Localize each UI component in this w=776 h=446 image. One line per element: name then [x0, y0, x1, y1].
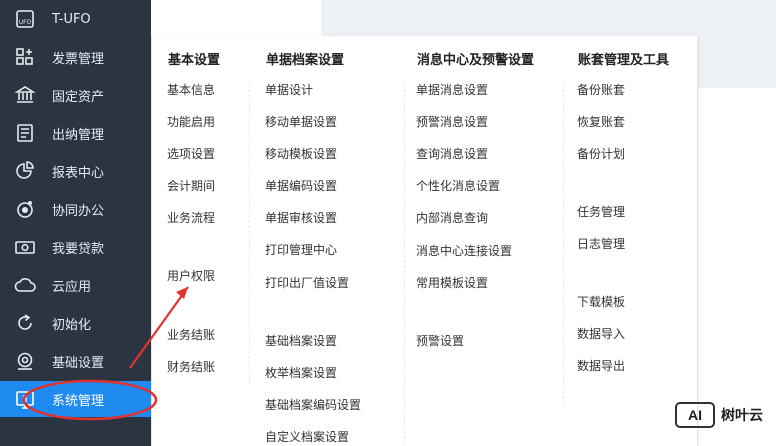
watermark-logo: AI: [675, 402, 715, 428]
column-title-document-archive: 单据档案设置: [266, 53, 345, 68]
menu-item-mobile-document[interactable]: 移动单据设置: [265, 113, 337, 130]
tufo-icon: UFO: [14, 8, 36, 30]
column-separator: [249, 84, 250, 384]
menu-item-personal-message[interactable]: 个性化消息设置: [416, 177, 500, 194]
bank-icon: [14, 84, 36, 106]
sidebar-item-label: 报表中心: [52, 165, 105, 181]
sidebar-item-label: 协同办公: [52, 203, 105, 219]
menu-item-alert-settings[interactable]: 预警设置: [416, 332, 464, 349]
column-title-basic-settings: 基本设置: [168, 53, 221, 68]
menu-item-download-template[interactable]: 下载模板: [577, 293, 625, 310]
sidebar-item-label: 固定资产: [52, 89, 105, 105]
column-title-message-center: 消息中心及预警设置: [417, 53, 535, 68]
sidebar-item-system-management[interactable]: 系统管理: [0, 381, 151, 417]
system-icon: [14, 388, 36, 410]
menu-item-query-message[interactable]: 查询消息设置: [416, 145, 488, 162]
menu-item-alert-message[interactable]: 预警消息设置: [416, 113, 488, 130]
menu-item-message-connection[interactable]: 消息中心连接设置: [416, 242, 512, 259]
content-background-right: [695, 88, 776, 446]
menu-item-enum-archive[interactable]: 枚举档案设置: [265, 364, 337, 381]
grid-plus-icon: [14, 46, 36, 68]
menu-item-internal-message[interactable]: 内部消息查询: [416, 209, 488, 226]
sidebar-item-fixed-assets[interactable]: 固定资产: [0, 77, 151, 113]
sidebar-item-label: 我要贷款: [52, 241, 105, 257]
menu-item-basic-info[interactable]: 基本信息: [167, 81, 215, 98]
sidebar-item-cloud-apps[interactable]: 云应用: [0, 267, 151, 303]
menu-item-custom-archive[interactable]: 自定义档案设置: [265, 428, 349, 445]
menu-item-financial-closing[interactable]: 财务结账: [167, 358, 215, 375]
menu-item-backup-plan[interactable]: 备份计划: [577, 145, 625, 162]
menu-item-document-code[interactable]: 单据编码设置: [265, 177, 337, 194]
sidebar-item-label: T-UFO: [52, 11, 91, 27]
menu-item-print-factory-default[interactable]: 打印出厂值设置: [265, 274, 349, 291]
system-management-menu: 基本设置 基本信息 功能启用 选项设置 会计期间 业务流程 用户权限 业务结账 …: [151, 36, 698, 446]
sidebar-item-basic-settings[interactable]: 基础设置: [0, 343, 151, 379]
pie-chart-icon: [14, 160, 36, 182]
menu-item-data-import[interactable]: 数据导入: [577, 325, 625, 342]
watermark-text: 树叶云: [721, 408, 763, 424]
menu-item-restore-account[interactable]: 恢复账套: [577, 113, 625, 130]
watermark: AI 树叶云: [675, 402, 763, 428]
sidebar-item-reports[interactable]: 报表中心: [0, 153, 151, 189]
settings-icon: [14, 350, 36, 372]
sidebar-item-label: 出纳管理: [52, 127, 105, 143]
refresh-icon: [14, 312, 36, 334]
menu-item-backup-account[interactable]: 备份账套: [577, 81, 625, 98]
menu-item-user-permissions[interactable]: 用户权限: [167, 267, 215, 284]
sidebar-item-label: 系统管理: [52, 393, 105, 409]
svg-text:UFO: UFO: [19, 19, 32, 26]
sidebar-item-invoice[interactable]: 发票管理: [0, 39, 151, 75]
column-separator: [563, 84, 564, 404]
menu-item-accounting-period[interactable]: 会计期间: [167, 177, 215, 194]
sidebar-item-label: 初始化: [52, 317, 92, 333]
sidebar-item-label: 云应用: [52, 279, 92, 295]
column-title-account-tools: 账套管理及工具: [578, 53, 670, 68]
menu-item-document-design[interactable]: 单据设计: [265, 81, 313, 98]
menu-item-option-settings[interactable]: 选项设置: [167, 145, 215, 162]
sidebar-item-collab[interactable]: 协同办公: [0, 191, 151, 227]
cloud-icon: [14, 274, 36, 296]
sidebar-item-tufo[interactable]: UFO T-UFO: [0, 1, 151, 37]
money-icon: [14, 236, 36, 258]
menu-item-task-management[interactable]: 任务管理: [577, 203, 625, 220]
sidebar-item-cashier[interactable]: 出纳管理: [0, 115, 151, 151]
menu-item-document-message[interactable]: 单据消息设置: [416, 81, 488, 98]
menu-item-feature-enable[interactable]: 功能启用: [167, 113, 215, 130]
menu-item-log-management[interactable]: 日志管理: [577, 235, 625, 252]
sidebar-item-initialize[interactable]: 初始化: [0, 305, 151, 341]
ledger-icon: [14, 122, 36, 144]
content-background-top: [151, 0, 321, 36]
menu-item-data-export[interactable]: 数据导出: [577, 357, 625, 374]
menu-item-document-review[interactable]: 单据审核设置: [265, 209, 337, 226]
sidebar-item-loan[interactable]: 我要贷款: [0, 229, 151, 265]
menu-item-basic-archive[interactable]: 基础档案设置: [265, 332, 337, 349]
sidebar: UFO T-UFO 发票管理 固定资产 出纳管理 报表中心 协同办公 我要贷款 …: [0, 0, 151, 446]
menu-item-print-center[interactable]: 打印管理中心: [265, 241, 337, 258]
collab-icon: [14, 198, 36, 220]
menu-item-archive-code[interactable]: 基础档案编码设置: [265, 396, 361, 413]
column-separator: [404, 84, 405, 444]
menu-item-business-closing[interactable]: 业务结账: [167, 326, 215, 343]
menu-item-mobile-template[interactable]: 移动模板设置: [265, 145, 337, 162]
sidebar-item-label: 基础设置: [52, 355, 105, 371]
menu-item-common-template[interactable]: 常用模板设置: [416, 274, 488, 291]
sidebar-item-label: 发票管理: [52, 51, 105, 67]
menu-item-business-process[interactable]: 业务流程: [167, 209, 215, 226]
